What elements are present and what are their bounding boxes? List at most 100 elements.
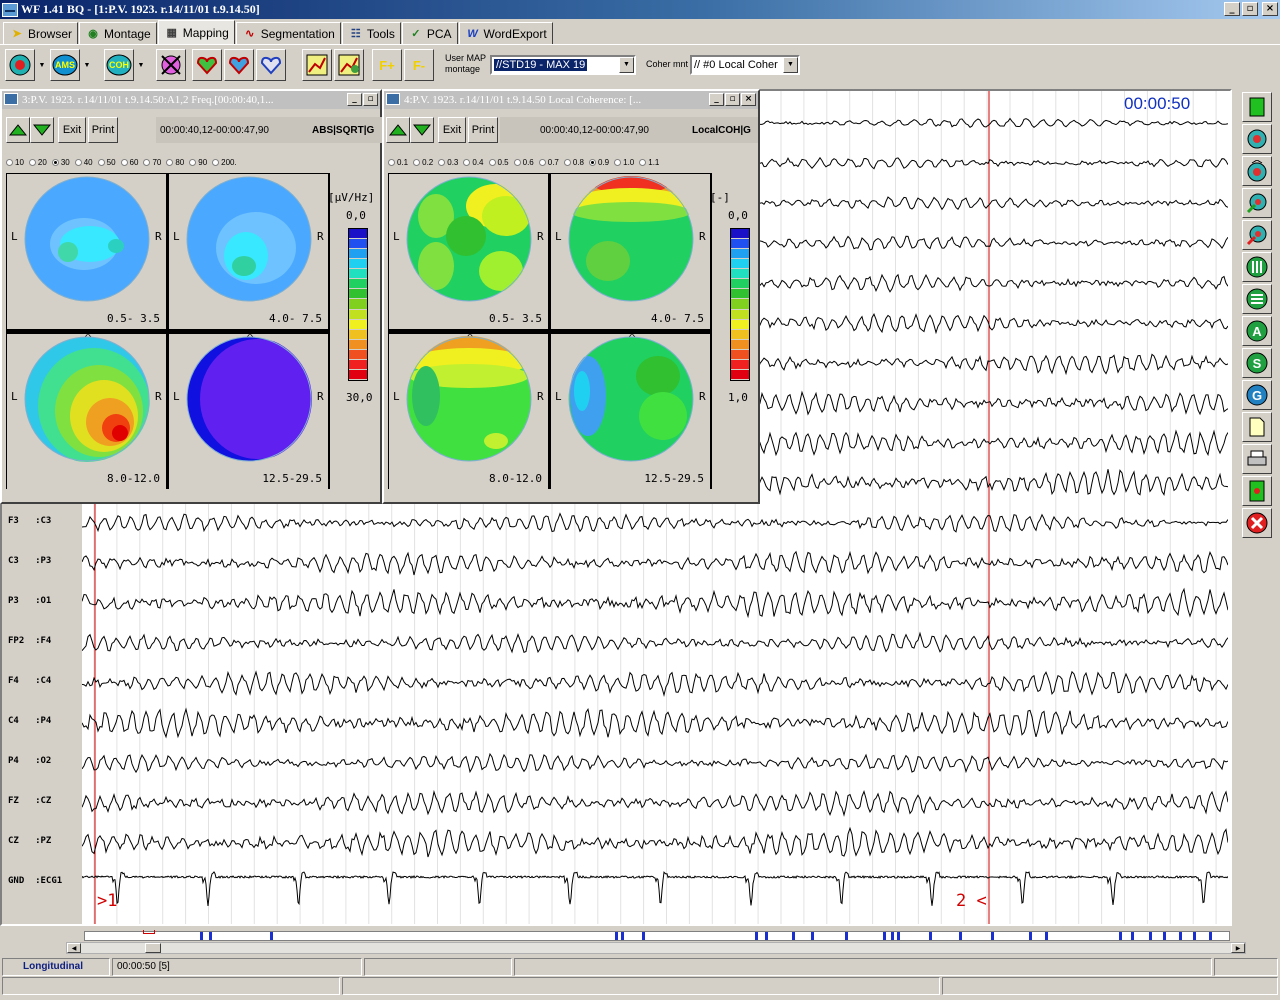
event-marker[interactable] [621,932,624,940]
chart-button-2[interactable] [334,49,364,81]
lines-button[interactable] [1242,284,1272,314]
exit-button[interactable]: Exit [438,117,466,143]
print-button[interactable] [1242,444,1272,474]
scale-option[interactable]: 50 [97,158,116,167]
head-view-button-3[interactable] [1242,188,1272,218]
scale-option[interactable]: 40 [74,158,93,167]
scale-option[interactable]: 30 [51,158,70,167]
document-button[interactable] [1242,412,1272,442]
tab-pca[interactable]: ✓ PCA [401,22,458,44]
scale-option[interactable]: 0.8 [563,158,584,167]
event-marker[interactable] [642,932,645,940]
tab-browser[interactable]: ➤ Browser [3,22,79,44]
scale-up-button[interactable] [6,117,30,143]
scale-selector[interactable]: 10 20 30 40 50 60 70 80 90 200. [6,155,242,169]
record-button[interactable] [1242,476,1272,506]
minimize-button[interactable]: _ [347,93,362,106]
current-position-marker[interactable] [143,930,155,934]
event-marker[interactable] [897,932,900,940]
scale-option[interactable]: 70 [143,158,161,167]
pattern-button-1[interactable] [192,49,222,81]
event-marker[interactable] [209,932,212,940]
print-button[interactable]: Print [88,117,118,143]
scroll-left-icon[interactable]: ◀ [67,943,81,953]
topomap-cell[interactable]: L R 0.5- 3.5 [7,174,166,329]
scale-option[interactable]: 0.4 [463,158,484,167]
scale-option[interactable]: 0.7 [538,158,559,167]
event-marker[interactable] [991,932,994,940]
tab-segmentation[interactable]: ∿ Segmentation [235,22,341,44]
bars-button[interactable] [1242,252,1272,282]
close-button[interactable]: × [741,93,756,106]
topomap-cell[interactable]: L R 8.0-12.0 [389,333,548,489]
event-marker[interactable] [792,932,795,940]
event-marker[interactable] [1119,932,1122,940]
head-view-button-1[interactable] [1242,124,1272,154]
event-marker[interactable] [1131,932,1134,940]
tab-tools[interactable]: ☷ Tools [341,22,401,44]
f-minus-button[interactable]: F- [404,49,434,81]
tab-mapping[interactable]: ▦ Mapping [157,20,235,44]
chevron-down-icon[interactable]: ▼ [783,57,798,73]
ams-button[interactable]: AMS [50,49,80,81]
a-button[interactable]: A [1242,316,1272,346]
event-marker[interactable] [765,932,768,940]
topomap-cell[interactable]: L R 12.5-29.5 [551,333,710,489]
topomap-cell[interactable]: L R 8.0-12.0 [7,333,166,489]
head-view-button-4[interactable] [1242,220,1272,250]
maximize-button[interactable]: ▫ [363,93,378,106]
event-marker[interactable] [615,932,618,940]
exit-button[interactable] [1242,508,1272,538]
pattern-button-2[interactable] [224,49,254,81]
scale-option[interactable]: 0.9 [589,158,609,167]
topomap-cell[interactable]: L R 4.0- 7.5 [169,174,328,329]
event-track[interactable] [84,930,1230,941]
tab-montage[interactable]: ◉ Montage [79,22,157,44]
map-dropdown[interactable]: ▼ [37,49,47,81]
scale-option[interactable]: 80 [166,158,184,167]
event-marker[interactable] [1193,932,1196,940]
event-marker[interactable] [811,932,814,940]
g-button[interactable]: G [1242,380,1272,410]
green-square-button[interactable] [1242,92,1272,122]
scale-up-button[interactable] [386,117,410,143]
chevron-down-icon[interactable]: ▼ [619,57,634,73]
scale-option[interactable]: 1.0 [614,158,634,167]
scale-option[interactable]: 0.6 [513,158,534,167]
close-button[interactable]: × [1262,2,1278,16]
tab-wordexport[interactable]: W WordExport [458,22,553,44]
horizontal-scrollbar[interactable]: ◀ ▶ [66,942,1246,954]
usermap-select[interactable]: //STD19 - MAX 19 ▼ [490,55,636,75]
event-marker[interactable] [883,932,886,940]
event-marker[interactable] [1179,932,1182,940]
scale-option[interactable]: 200. [212,158,237,167]
exit-button[interactable]: Exit [58,117,86,143]
event-marker[interactable] [1029,932,1032,940]
event-marker[interactable] [845,932,848,940]
scale-selector[interactable]: 0.1 0.2 0.3 0.4 0.5 0.6 0.7 0.8 0.9 1.0 1.1 [388,155,664,169]
scale-option[interactable]: 90 [189,158,207,167]
segment-start-marker[interactable]: >1 [97,891,117,911]
topomap-cell[interactable]: L R 0.5- 3.5 [389,174,548,329]
power-map-window[interactable]: 3:P.V. 1923. r.14/11/01 t.9.14.50:A1,2 F… [0,89,384,504]
event-marker[interactable] [1209,932,1212,940]
coh-button[interactable]: COH [104,49,134,81]
scale-option[interactable]: 0.5 [488,158,509,167]
f-plus-button[interactable]: F+ [372,49,402,81]
map-button[interactable] [5,49,35,81]
scale-option[interactable]: 0.3 [438,158,458,167]
clear-map-button[interactable] [156,49,186,81]
scale-option[interactable]: 0.2 [413,158,433,167]
minimize-button[interactable]: _ [1224,2,1240,16]
segment-end-marker[interactable]: 2 < [956,891,987,911]
maximize-button[interactable]: ▫ [725,93,740,106]
coh-dropdown[interactable]: ▼ [136,49,146,81]
head-view-button-2[interactable] [1242,156,1272,186]
scroll-right-icon[interactable]: ▶ [1231,943,1245,953]
scale-option[interactable]: 20 [28,158,47,167]
scale-option[interactable]: 10 [6,158,24,167]
event-marker[interactable] [929,932,932,940]
topomap-cell[interactable]: L R 4.0- 7.5 [551,174,710,329]
scale-option[interactable]: 1.1 [639,158,659,167]
ams-dropdown[interactable]: ▼ [82,49,92,81]
